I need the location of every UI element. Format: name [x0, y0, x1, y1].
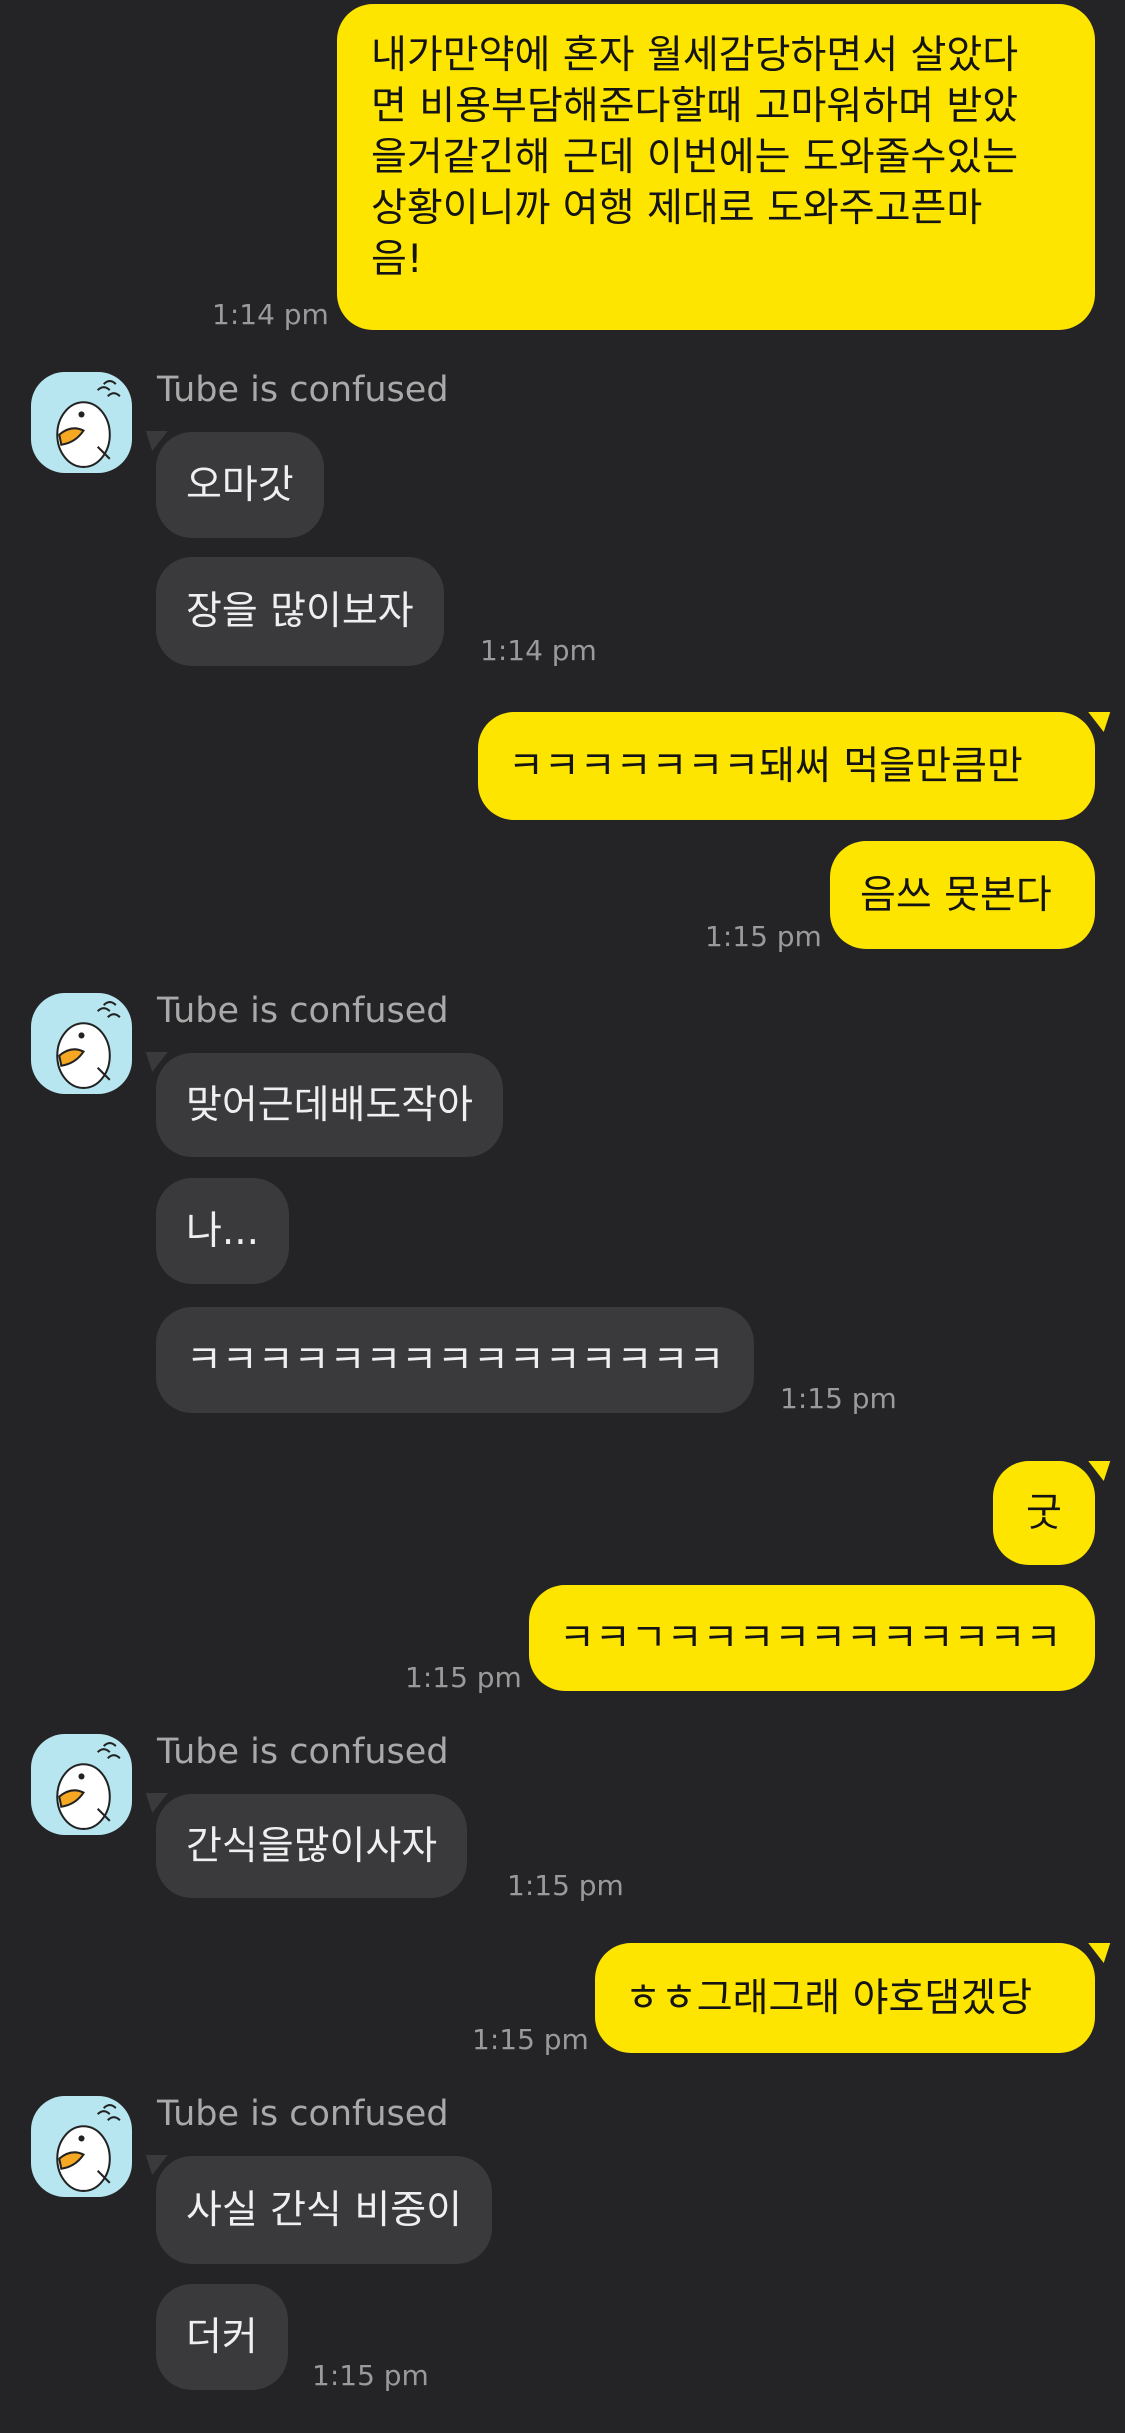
- message-time: 1:15 pm: [312, 2359, 429, 2392]
- contact-avatar[interactable]: [31, 2096, 132, 2197]
- sender-name: Tube is confused: [157, 991, 449, 1031]
- tube-duck-avatar-icon: [56, 1742, 121, 1830]
- tube-duck-avatar-icon: [56, 380, 121, 468]
- message-text: 음쓰 못본다: [860, 872, 1052, 918]
- message-text: ㅋㅋㅋㅋㅋㅋㅋ돼써 먹을만큼만: [508, 743, 1023, 789]
- message-line: 을거같긴해 근데 이번에는 도와줄수있는: [371, 135, 1019, 180]
- their-message-bubble[interactable]: 오마갓: [156, 432, 324, 538]
- my-message-bubble[interactable]: ㅎㅎ그래그래 야호댐겠당: [595, 1943, 1095, 2053]
- message-text: 장을 많이보자: [186, 589, 414, 634]
- message-time: 1:15 pm: [705, 920, 822, 953]
- contact-avatar[interactable]: [31, 993, 132, 1094]
- message-text: 더커: [186, 2314, 258, 2360]
- their-message-bubble[interactable]: ㅋㅋㅋㅋㅋㅋㅋㅋㅋㅋㅋㅋㅋㅋㅋ: [156, 1307, 755, 1413]
- sender-name: Tube is confused: [157, 1732, 449, 1772]
- message-text: 굿: [1026, 1490, 1062, 1536]
- their-message-bubble[interactable]: 사실 간식 비중이: [156, 2156, 492, 2264]
- message-line: 상황이니까 여행 제대로 도와주고픈마: [371, 186, 983, 231]
- tube-duck-avatar-icon: [56, 1001, 121, 1089]
- message-text: 맞어근데배도작아: [186, 1082, 474, 1128]
- my-message-bubble[interactable]: ㅋㅋㅋㅋㅋㅋㅋ돼써 먹을만큼만: [478, 712, 1095, 820]
- contact-avatar[interactable]: [31, 1734, 132, 1835]
- their-message-bubble[interactable]: 맞어근데배도작아: [156, 1053, 504, 1157]
- sender-name: Tube is confused: [157, 370, 449, 410]
- my-message-bubble[interactable]: 내가만약에 혼자 월세감당하면서 살았다 면 비용부담해준다할때 고마워하며 받…: [337, 4, 1095, 330]
- contact-avatar[interactable]: [31, 372, 132, 473]
- message-time: 1:15 pm: [507, 1869, 624, 1902]
- message-text: 간식을많이사자: [186, 1823, 438, 1869]
- their-message-bubble[interactable]: 장을 많이보자: [156, 557, 444, 666]
- sender-name: Tube is confused: [157, 2094, 449, 2134]
- message-time: 1:15 pm: [472, 2023, 589, 2056]
- message-text: 사실 간식 비중이: [186, 2187, 462, 2233]
- their-message-bubble[interactable]: 나...: [156, 1178, 290, 1284]
- message-text: 오마갓: [186, 462, 294, 508]
- their-message-bubble[interactable]: 더커: [156, 2284, 288, 2390]
- their-message-bubble[interactable]: 간식을많이사자: [156, 1794, 468, 1898]
- tube-duck-avatar-icon: [56, 2104, 121, 2192]
- message-time: 1:15 pm: [780, 1382, 897, 1415]
- my-message-bubble[interactable]: 음쓰 못본다: [830, 841, 1095, 949]
- message-line: 면 비용부담해준다할때 고마워하며 받았: [371, 84, 1019, 129]
- message-time: 1:15 pm: [405, 1661, 522, 1694]
- message-line: 음!: [371, 237, 423, 282]
- message-text: ㅋㅋㄱㅋㅋㅋㅋㅋㅋㅋㅋㅋㅋㅋ: [559, 1615, 1062, 1661]
- message-line: 내가만약에 혼자 월세감당하면서 살았다: [371, 33, 1019, 78]
- message-text: 나...: [186, 1208, 260, 1254]
- my-message-bubble[interactable]: ㅋㅋㄱㅋㅋㅋㅋㅋㅋㅋㅋㅋㅋㅋ: [529, 1585, 1095, 1691]
- message-text: ㅋㅋㅋㅋㅋㅋㅋㅋㅋㅋㅋㅋㅋㅋㅋ: [186, 1337, 725, 1383]
- message-time: 1:14 pm: [480, 634, 597, 667]
- message-time: 1:14 pm: [212, 298, 329, 331]
- message-text: ㅎㅎ그래그래 야호댐겠당: [625, 1975, 1033, 2021]
- my-message-bubble[interactable]: 굿: [993, 1461, 1095, 1565]
